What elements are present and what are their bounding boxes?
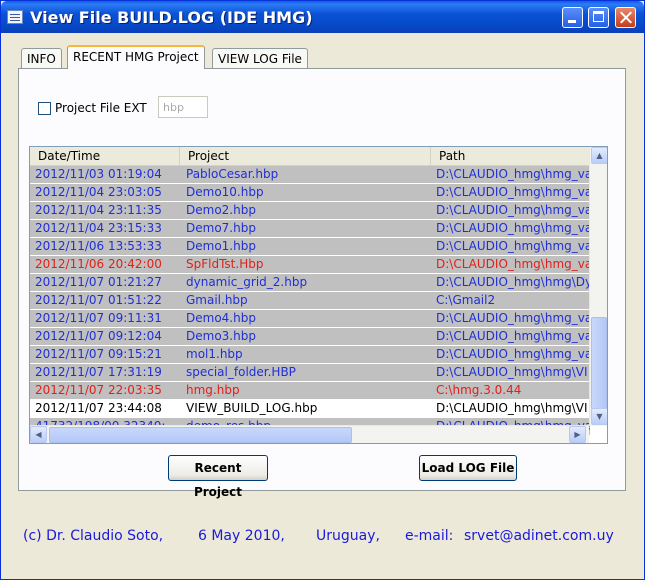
tab-view-log-file[interactable]: VIEW LOG File	[212, 48, 308, 68]
table-row[interactable]: 2012/11/03 01:19:04 PabloCesar.hbp D:\CLAU…	[30, 166, 590, 184]
cell-datetime: 2012/11/06 13:53:33	[35, 239, 162, 253]
cell-datetime: 2012/11/04 23:03:05	[35, 185, 162, 199]
table-row[interactable]: 2012/11/04 23:11:35 Demo2.hbp D:\CLAUDIO_h…	[30, 202, 590, 220]
horizontal-scroll-thumb[interactable]	[49, 427, 352, 443]
cell-project: Demo10.hbp	[186, 185, 264, 199]
cell-path: D:\CLAUDIO_hmg\hmg_va	[436, 203, 590, 217]
grid-rows: 2012/11/03 01:19:04 PabloCesar.hbp D:\CLAU…	[30, 166, 590, 436]
footer-email-label: e-mail:	[405, 528, 454, 544]
cell-datetime: 2012/11/07 01:21:27	[35, 275, 162, 289]
table-row[interactable]: 2012/11/07 09:12:04 Demo3.hbp D:\CLAUDIO_h…	[30, 328, 590, 346]
table-row[interactable]: 2012/11/07 23:44:08 VIEW_BUILD_LOG.hbp D:\…	[30, 400, 590, 418]
horizontal-scrollbar[interactable]: ◀ ▶	[30, 425, 589, 443]
project-ext-option[interactable]: Project File EXT	[38, 101, 147, 115]
table-row[interactable]: 2012/11/06 13:53:33 Demo1.hbp D:\CLAUDIO_h…	[30, 238, 590, 256]
load-log-file-button[interactable]: Load LOG File	[419, 455, 517, 481]
title-bar[interactable]: View File BUILD.LOG (IDE HMG)	[1, 1, 644, 33]
footer-date: 6 May 2010,	[198, 528, 285, 544]
footer-email[interactable]: srvet@adinet.com.uy	[464, 528, 614, 544]
cell-path: C:\hmg.3.0.44	[436, 383, 522, 397]
table-row[interactable]: 2012/11/07 09:15:21 mol1.hbp D:\CLAUDIO_hm…	[30, 346, 590, 364]
minimize-button[interactable]	[562, 7, 583, 28]
column-header-datetime[interactable]: Date/Time	[30, 147, 180, 165]
tab-recent-hmg-project[interactable]: RECENT HMG Project	[67, 45, 205, 69]
column-header-project[interactable]: Project	[180, 147, 431, 165]
cell-path: D:\CLAUDIO_hmg\hmg_va	[436, 167, 590, 181]
scroll-down-icon[interactable]: ▼	[591, 408, 607, 425]
cell-project: Demo3.hbp	[186, 329, 256, 343]
cell-project: mol1.hbp	[186, 347, 243, 361]
cell-path: D:\CLAUDIO_hmg\hmg_va	[436, 185, 590, 199]
tab-label: VIEW LOG File	[218, 52, 302, 66]
footer-author: (c) Dr. Claudio Soto,	[23, 528, 164, 544]
cell-path: D:\CLAUDIO_hmg\hmg\VI	[436, 401, 588, 415]
main-window: View File BUILD.LOG (IDE HMG) INFO RECEN…	[0, 0, 645, 580]
tab-label: INFO	[27, 52, 56, 66]
column-header-path[interactable]: Path	[431, 147, 590, 165]
window-title: View File BUILD.LOG (IDE HMG)	[30, 8, 313, 27]
table-row[interactable]: 2012/11/04 23:15:33 Demo7.hbp D:\CLAUDIO_h…	[30, 220, 590, 238]
cell-datetime: 2012/11/07 22:03:35	[35, 383, 162, 397]
cell-datetime: 2012/11/07 09:11:31	[35, 311, 162, 325]
table-row[interactable]: 2012/11/07 01:21:27 dynamic_grid_2.hbp D:\…	[30, 274, 590, 292]
cell-path: D:\CLAUDIO_hmg\hmg_va	[436, 311, 590, 325]
maximize-button[interactable]	[588, 7, 609, 28]
table-row[interactable]: 2012/11/04 23:03:05 Demo10.hbp D:\CLAUDIO_…	[30, 184, 590, 202]
scroll-right-icon[interactable]: ▶	[569, 426, 586, 443]
cell-project: Demo7.hbp	[186, 221, 256, 235]
cell-project: PabloCesar.hbp	[186, 167, 279, 181]
cell-datetime: 2012/11/07 09:15:21	[35, 347, 162, 361]
cell-path: D:\CLAUDIO_hmg\hmg_va	[436, 329, 590, 343]
cell-project: Demo4.hbp	[186, 311, 256, 325]
cell-path: D:\CLAUDIO_hmg\hmg_va	[436, 347, 590, 361]
scroll-left-icon[interactable]: ◀	[30, 426, 47, 443]
cell-path: D:\CLAUDIO_hmg\hmg\VI	[436, 365, 588, 379]
cell-datetime: 2012/11/07 01:51:22	[35, 293, 162, 307]
cell-datetime: 2012/11/07 09:12:04	[35, 329, 162, 343]
table-row[interactable]: 2012/11/07 17:31:19 special_folder.HBP D:\…	[30, 364, 590, 382]
cell-datetime: 2012/11/07 23:44:08	[35, 401, 162, 415]
cell-project: SpFldTst.Hbp	[186, 257, 264, 271]
recent-projects-grid[interactable]: Date/Time Project Path 2012/11/03 01:19:…	[29, 146, 608, 444]
tab-label: RECENT HMG Project	[73, 50, 199, 64]
cell-project: special_folder.HBP	[186, 365, 296, 379]
cell-project: VIEW_BUILD_LOG.hbp	[186, 401, 318, 415]
table-row[interactable]: 2012/11/06 20:42:00 SpFldTst.Hbp D:\CLAUDI…	[30, 256, 590, 274]
table-row[interactable]: 2012/11/07 22:03:35 hmg.hbp C:\hmg.3.0.44	[30, 382, 590, 400]
app-window-icon	[7, 10, 23, 24]
project-ext-checkbox[interactable]	[38, 101, 51, 115]
table-row[interactable]: 2012/11/07 09:11:31 Demo4.hbp D:\CLAUDIO_h…	[30, 310, 590, 328]
vertical-scrollbar[interactable]: ▲ ▼	[589, 147, 607, 426]
scroll-up-icon[interactable]: ▲	[591, 147, 607, 164]
ext-input[interactable]	[158, 96, 208, 118]
footer-country: Uruguay,	[316, 528, 380, 544]
cell-project: dynamic_grid_2.hbp	[186, 275, 308, 289]
cell-project: Gmail.hbp	[186, 293, 248, 307]
cell-datetime: 2012/11/06 20:42:00	[35, 257, 162, 271]
cell-datetime: 2012/11/07 17:31:19	[35, 365, 162, 379]
cell-datetime: 2012/11/04 23:15:33	[35, 221, 162, 235]
cell-path: C:\Gmail2	[436, 293, 496, 307]
cell-datetime: 2012/11/03 01:19:04	[35, 167, 162, 181]
cell-project: Demo1.hbp	[186, 239, 256, 253]
tab-info[interactable]: INFO	[21, 48, 62, 68]
vertical-scroll-thumb[interactable]	[591, 317, 607, 409]
cell-project: Demo2.hbp	[186, 203, 256, 217]
cell-path: D:\CLAUDIO_hmg\hmg_va	[436, 239, 590, 253]
cell-path: D:\CLAUDIO_hmg\hmg\Dy	[436, 275, 590, 289]
close-button[interactable]	[615, 7, 636, 28]
cell-project: hmg.hbp	[186, 383, 240, 397]
recent-project-button[interactable]: Recent Project	[168, 455, 268, 499]
project-ext-label: Project File EXT	[55, 101, 147, 115]
cell-path: D:\CLAUDIO_hmg\hmg_va	[436, 221, 590, 235]
cell-path: D:\CLAUDIO_hmg\hmg_va	[436, 257, 590, 271]
grid-header: Date/Time Project Path	[30, 147, 590, 166]
cell-datetime: 2012/11/04 23:11:35	[35, 203, 162, 217]
table-row[interactable]: 2012/11/07 01:51:22 Gmail.hbp C:\Gmail2	[30, 292, 590, 310]
